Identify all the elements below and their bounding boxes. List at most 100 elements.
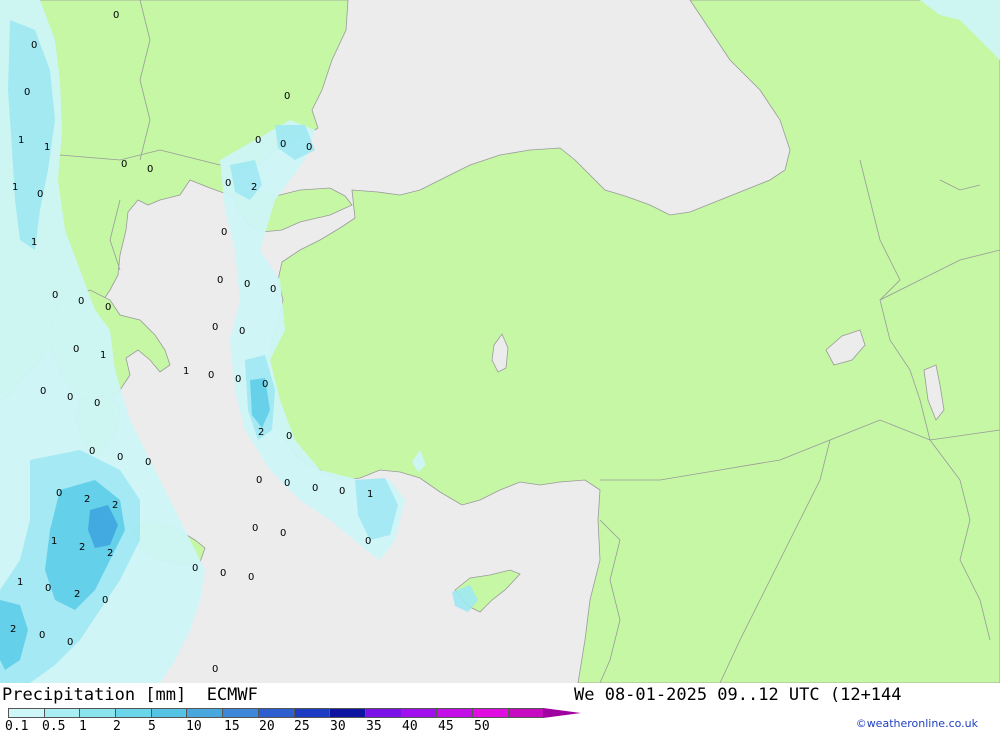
precip-label: 0 [31,40,37,51]
legend-arrow [543,708,582,718]
map-canvas: 0 0 0 0 1 1 0 1 0 0 0 0 0 1 0 0 0 0 0 0 … [0,0,1000,683]
precip-label: 0 [312,483,318,494]
precip-label: 0 [212,664,218,675]
legend-tick-label: 20 [259,719,275,734]
precip-label: 0 [248,572,254,583]
precip-label: 0 [89,446,95,457]
legend-swatch [8,708,44,718]
precip-label: 0 [67,637,73,648]
legend-swatch [186,708,223,718]
precip-label: 0 [212,322,218,333]
precip-label: 0 [270,284,276,295]
precip-label: 0 [67,392,73,403]
precip-label: 0 [73,344,79,355]
precip-label: 1 [100,350,106,361]
precip-label: 0 [262,379,268,390]
precip-label: 2 [112,500,118,511]
legend-swatch [222,708,258,718]
legend-tick-label: 5 [148,719,156,734]
legend-tick-label: 15 [224,719,240,734]
precip-label: 0 [78,296,84,307]
precip-label: 0 [221,227,227,238]
legend-tick-label: 0.1 [5,719,29,734]
legend-tick-label: 10 [186,719,202,734]
precip-label: 1 [31,237,37,248]
precip-label: 1 [17,577,23,588]
precip-label: 0 [280,528,286,539]
precip-label: 0 [24,87,30,98]
precip-label: 1 [18,135,24,146]
legend-tick-label: 30 [330,719,346,734]
precip-label: 0 [286,431,292,442]
precip-label: 0 [339,486,345,497]
precip-label: 0 [145,457,151,468]
precip-label: 1 [12,182,18,193]
precip-label: 0 [252,523,258,534]
legend-swatch [436,708,472,718]
precip-label: 0 [52,290,58,301]
precip-label: 2 [74,589,80,600]
precip-label: 0 [235,374,241,385]
legend-swatch [400,708,437,718]
legend-swatch [293,708,330,718]
precip-label: 0 [255,135,261,146]
legend-swatch [43,708,80,718]
legend-swatch [150,708,187,718]
precip-label: 1 [51,536,57,547]
precip-label: 0 [284,91,290,102]
precip-label: 0 [105,302,111,313]
precip-label: 0 [121,159,127,170]
precip-label: 0 [208,370,214,381]
precip-label: 2 [84,494,90,505]
precip-label: 0 [113,10,119,21]
precip-label: 1 [183,366,189,377]
legend-tick-label: 2 [113,719,121,734]
precip-label: 2 [107,548,113,559]
precip-label: 2 [251,182,257,193]
legend-swatch [507,708,544,718]
precip-label: 0 [220,568,226,579]
precip-label: 0 [284,478,290,489]
legend-tick-label: 50 [474,719,490,734]
precip-label: 0 [217,275,223,286]
precip-label: 2 [10,624,16,635]
precip-label: 1 [367,489,373,500]
map-title: Precipitation [mm] ECMWF [2,685,258,705]
precip-label: 0 [225,178,231,189]
legend-swatch [329,708,365,718]
legend-tick-label: 35 [366,719,382,734]
legend-tick-label: 25 [294,719,310,734]
legend-swatch [79,708,116,718]
precip-label: 0 [147,164,153,175]
credit-text[interactable]: ©weatheronline.co.uk [856,717,978,730]
precip-label: 0 [56,488,62,499]
precip-label: 2 [258,427,264,438]
map-footer: Precipitation [mm] ECMWF We 08-01-2025 0… [0,683,1000,734]
legend-swatch [364,708,401,718]
precip-label: 0 [40,386,46,397]
precip-label: 0 [244,279,250,290]
precip-label: 0 [306,142,312,153]
precip-label: 0 [280,139,286,150]
legend-swatch [115,708,151,718]
precip-label: 1 [44,142,50,153]
precipitation-map: 0 0 0 0 1 1 0 1 0 0 0 0 0 1 0 0 0 0 0 0 … [0,0,1000,683]
precip-label: 0 [192,563,198,574]
precip-label: 0 [256,475,262,486]
legend-swatch [471,708,508,718]
precip-label: 0 [39,630,45,641]
precip-label: 0 [365,536,371,547]
color-legend [8,708,582,718]
legend-tick-label: 45 [438,719,454,734]
precip-label: 0 [45,583,51,594]
legend-tick-label: 0.5 [42,719,66,734]
precip-label: 2 [79,542,85,553]
legend-tick-label: 1 [79,719,87,734]
precip-label: 0 [94,398,100,409]
forecast-datetime: We 08-01-2025 09..12 UTC (12+144 [574,685,902,705]
precip-label: 0 [102,595,108,606]
precip-label: 0 [37,189,43,200]
precip-label: 0 [239,326,245,337]
precip-label: 0 [117,452,123,463]
legend-swatch [257,708,294,718]
